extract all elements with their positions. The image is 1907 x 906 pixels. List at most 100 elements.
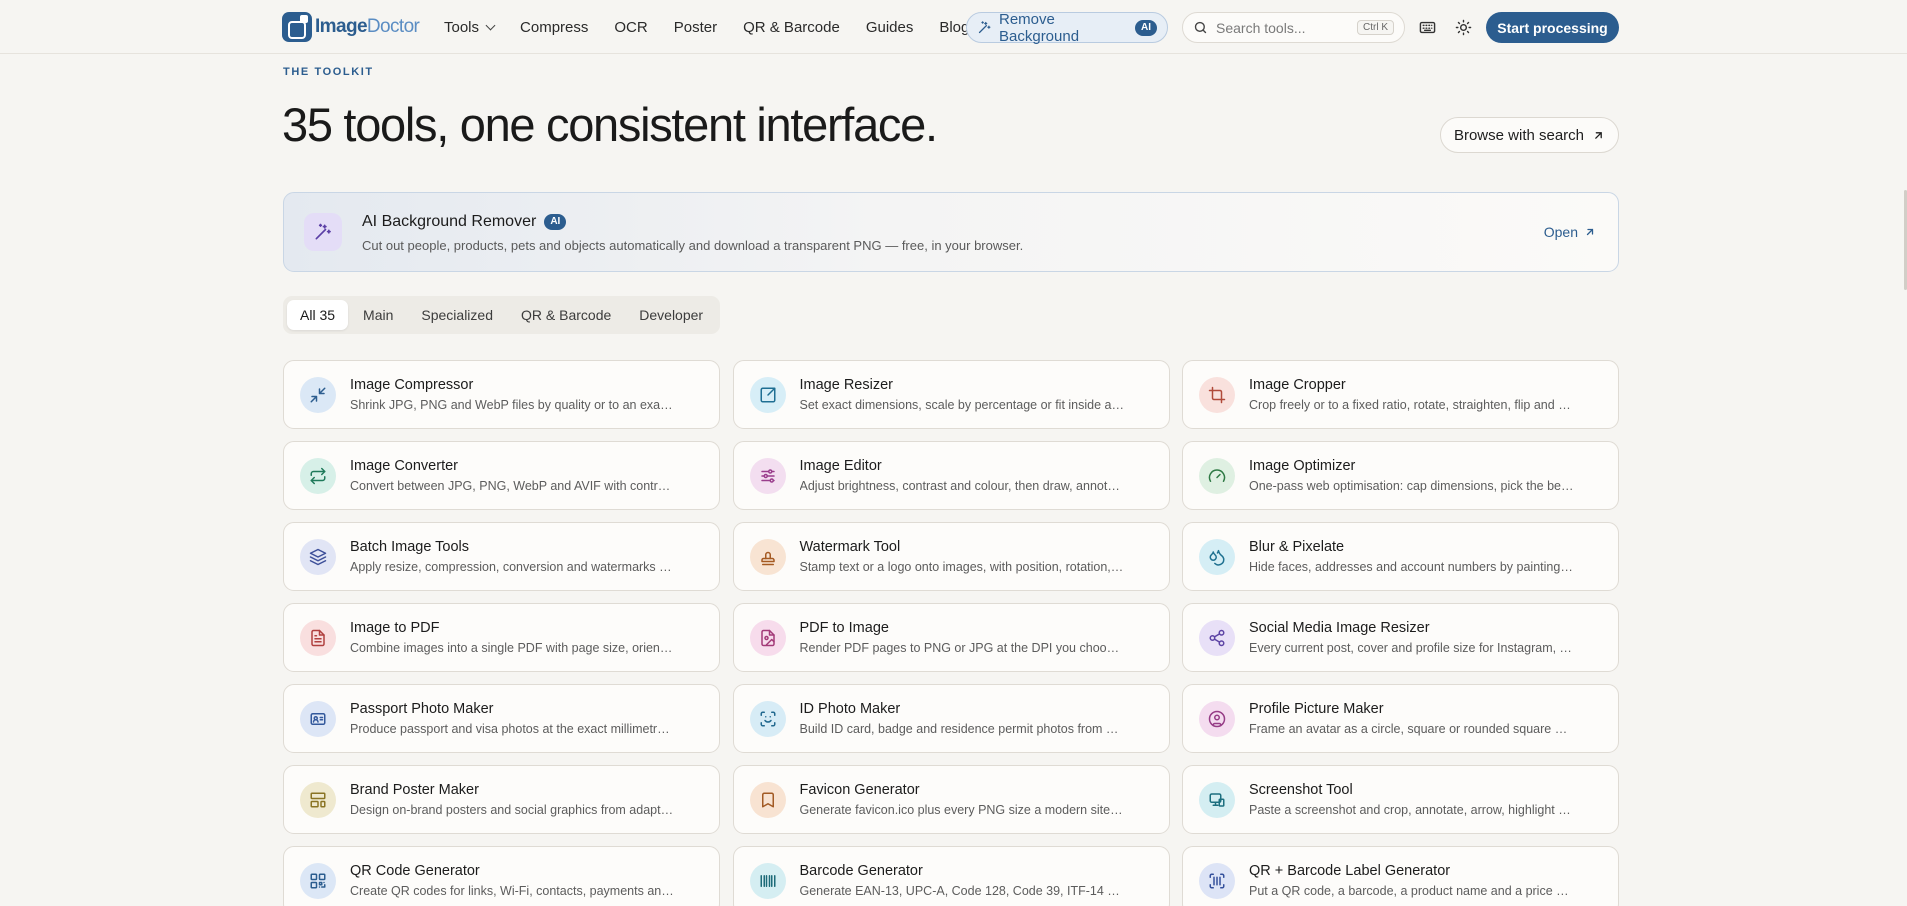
tool-title: Brand Poster Maker — [350, 782, 479, 798]
tool-title: Barcode Generator — [799, 863, 923, 879]
browse-with-search-button[interactable]: Browse with search — [1440, 117, 1619, 153]
browse-label: Browse with search — [1453, 126, 1585, 144]
tool-title: Profile Picture Maker — [1249, 701, 1384, 717]
tool-title: Image Compressor — [350, 377, 474, 393]
sun-icon[interactable] — [1452, 16, 1474, 38]
user-circle-icon — [1199, 701, 1235, 737]
tool-card-social-media-image-resizer[interactable]: Social Media Image Resizer Every current … — [1182, 603, 1619, 672]
gauge-icon — [1199, 458, 1235, 494]
wand-icon — [977, 20, 992, 35]
compress-icon — [300, 377, 336, 413]
tool-card-image-cropper[interactable]: Image Cropper Crop freely or to a fixed r… — [1182, 360, 1619, 429]
tool-card-image-compressor[interactable]: Image Compressor Shrink JPG, PNG and WebP… — [283, 360, 720, 429]
tab-qr-barcode[interactable]: QR & Barcode — [508, 300, 624, 330]
site-header: ImageDoctor Tools Compress OCR Poster QR… — [0, 0, 1907, 54]
tool-card-pdf-to-image[interactable]: PDF to Image Render PDF pages to PNG or J… — [732, 603, 1170, 672]
bookmark-icon — [749, 782, 786, 818]
scan-barcode-icon — [1199, 863, 1235, 899]
tool-description: Generate EAN-13, UPC-A, Code 128, Code 3… — [799, 884, 1125, 898]
tool-card-blur-pixelate[interactable]: Blur & Pixelate Hide faces, addresses and… — [1182, 522, 1619, 591]
tool-card-favicon-generator[interactable]: Favicon Generator Generate favicon.ico pl… — [732, 765, 1170, 834]
tool-card-brand-poster-maker[interactable]: Brand Poster Maker Design on-brand poster… — [283, 765, 720, 834]
category-tabs: All 35 Main Specialized QR & Barcode Dev… — [283, 296, 721, 334]
tool-title: Batch Image Tools — [350, 539, 470, 555]
scan-face-icon — [749, 701, 786, 737]
tool-card-barcode-generator[interactable]: Barcode Generator Generate EAN-13, UPC-A,… — [732, 846, 1170, 906]
tool-description: Frame an avatar as a circle, square or r… — [1249, 722, 1574, 736]
droplets-icon — [1199, 539, 1235, 575]
tool-description: Create QR codes for links, Wi-Fi, contac… — [350, 884, 675, 898]
featured-tool-card[interactable]: AI Background Remover AI Cut out people,… — [283, 192, 1619, 272]
logo[interactable]: ImageDoctor — [282, 12, 420, 42]
search-input[interactable] — [1216, 19, 1336, 36]
tool-description: Convert between JPG, PNG, WebP and AVIF … — [350, 479, 675, 493]
tool-title: Image Optimizer — [1249, 458, 1356, 474]
tool-description: Stamp text or a logo onto images, with p… — [799, 560, 1125, 574]
nav-tools[interactable]: Tools — [444, 0, 507, 54]
tool-description: Crop freely or to a fixed ratio, rotate,… — [1249, 398, 1574, 412]
logo-icon — [282, 12, 312, 42]
file-image-icon — [749, 620, 786, 656]
featured-open-link[interactable]: Open — [1544, 224, 1596, 240]
tool-card-batch-image-tools[interactable]: Batch Image Tools Apply resize, compressi… — [283, 522, 720, 591]
layout-icon — [300, 782, 336, 818]
barcode-icon — [749, 863, 786, 899]
eyebrow-label: THE TOOLKIT — [283, 66, 374, 78]
nav-ocr[interactable]: OCR — [601, 0, 660, 54]
tool-card-passport-photo-maker[interactable]: Passport Photo Maker Produce passport and… — [283, 684, 720, 753]
tool-card-image-to-pdf[interactable]: Image to PDF Combine images into a single… — [283, 603, 720, 672]
page-title: 35 tools, one consistent interface. — [282, 98, 938, 151]
tool-card-image-resizer[interactable]: Image Resizer Set exact dimensions, scale… — [732, 360, 1170, 429]
featured-title-row: AI Background Remover AI — [362, 213, 567, 231]
tool-description: Adjust brightness, contrast and colour, … — [799, 479, 1125, 493]
tool-card-qr-code-generator[interactable]: QR Code Generator Create QR codes for lin… — [283, 846, 720, 906]
tool-title: ID Photo Maker — [799, 701, 901, 717]
tool-description: Paste a screenshot and crop, annotate, a… — [1249, 803, 1574, 817]
tab-developer[interactable]: Developer — [626, 300, 716, 330]
main-nav: Tools Compress OCR Poster QR & Barcode G… — [444, 0, 982, 54]
tool-description: Every current post, cover and profile si… — [1249, 641, 1574, 655]
tool-card-image-converter[interactable]: Image Converter Convert between JPG, PNG,… — [283, 441, 720, 510]
tool-card-image-optimizer[interactable]: Image Optimizer One-pass web optimisation… — [1182, 441, 1619, 510]
tool-description: Put a QR code, a barcode, a product name… — [1249, 884, 1574, 898]
tool-title: QR + Barcode Label Generator — [1249, 863, 1451, 879]
nav-qr-barcode[interactable]: QR & Barcode — [730, 0, 853, 54]
nav-compress[interactable]: Compress — [507, 0, 601, 54]
file-icon — [300, 620, 336, 656]
featured-description: Cut out people, products, pets and objec… — [362, 238, 1024, 253]
stamp-icon — [749, 539, 786, 575]
tool-title: Favicon Generator — [799, 782, 920, 798]
nav-poster[interactable]: Poster — [661, 0, 730, 54]
crop-icon — [1199, 377, 1235, 413]
tool-title: Social Media Image Resizer — [1249, 620, 1430, 636]
tab-main[interactable]: Main — [350, 300, 406, 330]
tool-card-watermark-tool[interactable]: Watermark Tool Stamp text or a logo onto … — [732, 522, 1170, 591]
tool-title: PDF to Image — [799, 620, 889, 636]
featured-title: AI Background Remover — [362, 213, 537, 230]
remove-background-label: Remove Background — [999, 10, 1080, 45]
tool-card-id-photo-maker[interactable]: ID Photo Maker Build ID card, badge and r… — [732, 684, 1170, 753]
tool-card-qr-barcode-label-generator[interactable]: QR + Barcode Label Generator Put a QR cod… — [1182, 846, 1619, 906]
tool-description: Generate favicon.ico plus every PNG size… — [799, 803, 1125, 817]
tool-title: Image Converter — [350, 458, 458, 474]
tab-specialized[interactable]: Specialized — [408, 300, 506, 330]
nav-guides[interactable]: Guides — [853, 0, 927, 54]
resize-icon — [749, 377, 786, 413]
tab-all[interactable]: All 35 — [287, 300, 349, 330]
tool-title: Image Resizer — [799, 377, 893, 393]
tool-title: QR Code Generator — [350, 863, 480, 879]
search-box[interactable]: Ctrl K — [1182, 12, 1405, 43]
tool-description: Design on-brand posters and social graph… — [350, 803, 675, 817]
keyboard-icon[interactable] — [1416, 16, 1438, 38]
tool-description: Hide faces, addresses and account number… — [1249, 560, 1574, 574]
tool-card-screenshot-tool[interactable]: Screenshot Tool Paste a screenshot and cr… — [1182, 765, 1619, 834]
qr-icon — [300, 863, 336, 899]
tool-description: Build ID card, badge and residence permi… — [799, 722, 1125, 736]
tool-card-image-editor[interactable]: Image Editor Adjust brightness, contrast … — [732, 441, 1170, 510]
tool-description: Render PDF pages to PNG or JPG at the DP… — [799, 641, 1125, 655]
tool-card-profile-picture-maker[interactable]: Profile Picture Maker Frame an avatar as … — [1182, 684, 1619, 753]
start-processing-button[interactable]: Start processing — [1486, 12, 1619, 43]
arrow-up-right-icon — [1584, 226, 1596, 238]
remove-background-button[interactable]: Remove Background AI — [966, 10, 1168, 45]
monitor-icon — [1199, 782, 1235, 818]
